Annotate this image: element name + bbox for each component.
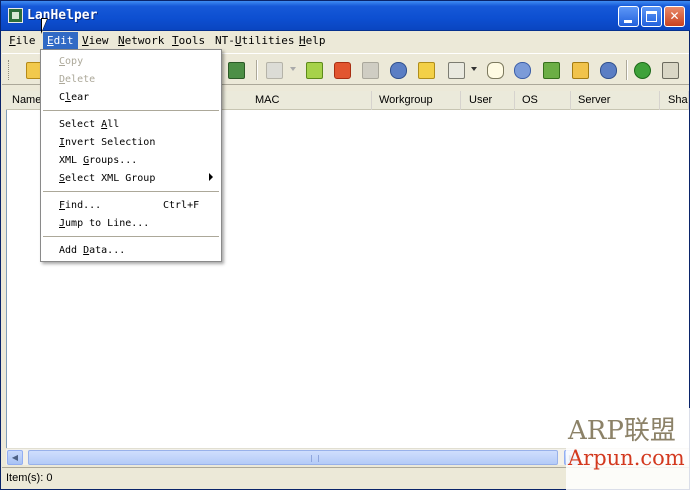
- column-workgroup[interactable]: Workgroup: [373, 91, 461, 110]
- user-icon[interactable]: [600, 62, 617, 79]
- status-item-count: Item(s): 0: [6, 472, 53, 484]
- chevron-left-icon: ◀: [11, 453, 19, 462]
- column-mac[interactable]: MAC: [249, 91, 372, 110]
- scroll-left-button[interactable]: ◀: [7, 450, 23, 465]
- menu-separator: [43, 191, 219, 193]
- toolbar-grip[interactable]: [8, 60, 11, 80]
- menu-item-invert-selection[interactable]: Invert Selection: [59, 135, 155, 151]
- menu-item-delete[interactable]: Delete: [59, 72, 95, 88]
- menu-item-add-data[interactable]: Add Data...: [59, 243, 125, 259]
- column-user[interactable]: User: [463, 91, 515, 110]
- minimize-button[interactable]: [618, 6, 639, 27]
- scroll-grip-icon: [311, 455, 319, 462]
- refresh-icon[interactable]: [306, 62, 323, 79]
- menu-separator: [43, 110, 219, 112]
- edit-menu-dropdown: Copy Delete Clear Select All Invert Sele…: [40, 49, 222, 262]
- network-icon[interactable]: [514, 62, 531, 79]
- app-icon[interactable]: [8, 8, 23, 23]
- menu-item-clear[interactable]: Clear: [59, 90, 89, 106]
- menu-separator: [43, 236, 219, 238]
- menu-item-xml-groups[interactable]: XML Groups...: [59, 153, 137, 169]
- menu-file[interactable]: File: [9, 32, 36, 51]
- menu-item-jump-to-line[interactable]: Jump to Line...: [59, 216, 149, 232]
- open-share-icon[interactable]: [572, 62, 589, 79]
- maximize-button[interactable]: [641, 6, 662, 27]
- report-icon[interactable]: [662, 62, 679, 79]
- toolbar-separator: [256, 60, 258, 80]
- go-icon[interactable]: [634, 62, 651, 79]
- document-icon[interactable]: [266, 62, 283, 79]
- toolbar-separator: [626, 60, 628, 80]
- find-shortcut: Ctrl+F: [163, 200, 200, 211]
- message-icon[interactable]: [487, 62, 504, 79]
- stop-icon[interactable]: [334, 62, 351, 79]
- add-computer-icon[interactable]: [228, 62, 245, 79]
- chevron-down-icon[interactable]: [290, 67, 296, 71]
- menu-item-find[interactable]: Find... Ctrl+F: [59, 198, 219, 214]
- column-os[interactable]: OS: [516, 91, 571, 110]
- watermark-line2: Arpun.com: [568, 446, 685, 470]
- blank-icon[interactable]: [362, 62, 379, 79]
- filter-icon[interactable]: [448, 62, 465, 79]
- scroll-thumb[interactable]: [28, 450, 558, 465]
- mouse-cursor-icon: [41, 18, 48, 34]
- menu-help[interactable]: Help: [299, 32, 326, 51]
- chevron-down-icon[interactable]: [471, 67, 477, 71]
- title-bar[interactable]: LanHelper ✕: [1, 1, 690, 31]
- submenu-arrow-icon: [209, 173, 213, 181]
- watermark: ARP联盟 Arpun.com: [566, 408, 690, 490]
- window-title: LanHelper: [27, 8, 98, 23]
- column-share[interactable]: Sha: [662, 91, 689, 110]
- menu-nt-utilities[interactable]: NT-Utilities: [215, 32, 294, 51]
- close-icon: ✕: [669, 9, 680, 23]
- share-icon[interactable]: [543, 62, 560, 79]
- folder-icon[interactable]: [418, 62, 435, 79]
- watermark-line1: ARP联盟: [568, 416, 676, 446]
- close-button[interactable]: ✕: [664, 6, 685, 27]
- maximize-icon: [646, 11, 657, 22]
- user-search-icon[interactable]: [390, 62, 407, 79]
- minimize-icon: [624, 20, 632, 23]
- menu-item-select-all[interactable]: Select All: [59, 117, 119, 133]
- menu-item-copy[interactable]: Copy: [59, 54, 83, 70]
- column-server[interactable]: Server: [572, 91, 660, 110]
- menu-item-select-xml-group[interactable]: Select XML Group: [59, 171, 155, 187]
